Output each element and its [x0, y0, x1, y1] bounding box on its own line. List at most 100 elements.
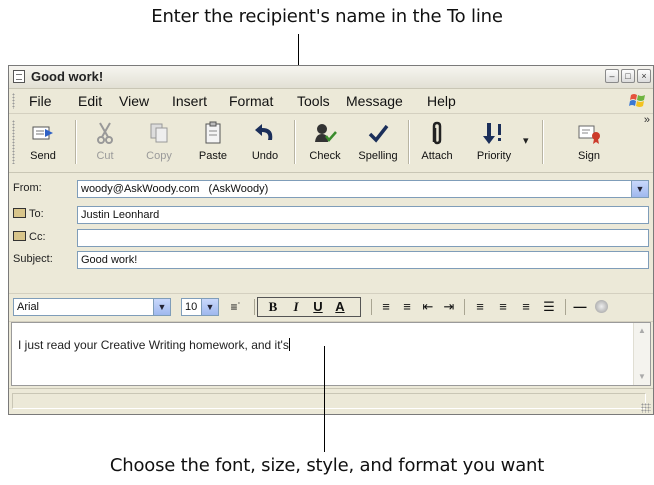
- scroll-down-icon[interactable]: ▼: [634, 369, 650, 385]
- menu-insert[interactable]: Insert: [172, 93, 207, 109]
- priority-icon: [483, 123, 501, 144]
- compose-window: Good work! – □ × File Edit View Insert F…: [8, 65, 654, 415]
- sign-label: Sign: [577, 150, 601, 162]
- undo-label: Undo: [251, 150, 279, 162]
- priority-label: Priority: [476, 150, 512, 162]
- scroll-up-icon[interactable]: ▲: [634, 323, 650, 339]
- subject-value: Good work!: [81, 254, 138, 266]
- copy-button[interactable]: Copy: [133, 118, 185, 168]
- font-color-button[interactable]: A: [331, 298, 349, 316]
- cc-label: Cc:: [29, 231, 46, 243]
- subject-field[interactable]: Good work!: [77, 251, 649, 269]
- message-icon: [13, 70, 25, 83]
- align-right-icon[interactable]: ≡: [517, 298, 535, 316]
- undo-icon: [255, 124, 273, 140]
- to-label: To:: [29, 208, 44, 220]
- bold-button[interactable]: B: [264, 298, 282, 316]
- menu-view[interactable]: View: [119, 93, 149, 109]
- check-names-button[interactable]: Check: [299, 118, 351, 168]
- spelling-button[interactable]: Spelling: [352, 118, 404, 168]
- paste-button[interactable]: Paste: [187, 118, 239, 168]
- formatting-toolbar: Arial ▼ 10 ▼ ≡˙ B I U A ≡ ≡ ⇤ ⇥ ≡ ≡ ≡ ☰ …: [9, 293, 653, 322]
- increase-indent-icon[interactable]: ⇥: [440, 298, 458, 316]
- menubar-grip[interactable]: [12, 93, 15, 109]
- bullet-list-icon[interactable]: ≡: [398, 298, 416, 316]
- format-separator: [464, 299, 465, 315]
- menu-tools[interactable]: Tools: [297, 93, 330, 109]
- cut-button[interactable]: Cut: [79, 118, 131, 168]
- sign-button[interactable]: Sign: [563, 118, 615, 168]
- font-name-select[interactable]: Arial ▼: [13, 298, 171, 316]
- font-name-value: Arial: [17, 301, 40, 313]
- italic-button[interactable]: I: [287, 298, 305, 316]
- send-button[interactable]: Send: [17, 118, 69, 168]
- menu-format[interactable]: Format: [229, 93, 273, 109]
- toolbar-separator: [294, 120, 295, 164]
- copy-icon: [150, 123, 168, 143]
- toolbar-grip[interactable]: [12, 120, 15, 164]
- resize-grip[interactable]: [641, 403, 651, 413]
- font-size-select[interactable]: 10 ▼: [181, 298, 219, 316]
- to-row: To: Justin Leonhard: [9, 205, 653, 225]
- clipboard-icon: [205, 121, 221, 144]
- toolbar-overflow-chevron[interactable]: »: [644, 114, 650, 126]
- cc-label-button[interactable]: Cc:: [13, 231, 46, 243]
- text-caret: [288, 338, 290, 351]
- maximize-button[interactable]: □: [621, 69, 635, 83]
- toolbar-separator: [542, 120, 543, 164]
- to-label-button[interactable]: To:: [13, 208, 44, 220]
- from-value: woody@AskWoody.com (AskWoody): [81, 183, 269, 195]
- align-left-icon[interactable]: ≡: [471, 298, 489, 316]
- check-label: Check: [309, 150, 341, 162]
- body-scrollbar[interactable]: ▲ ▼: [633, 323, 650, 385]
- body-text: I just read your Creative Writing homewo…: [18, 338, 290, 352]
- format-separator: [254, 299, 255, 315]
- subject-label: Subject:: [13, 253, 53, 265]
- numbered-list-icon[interactable]: ≡: [377, 298, 395, 316]
- copy-label: Copy: [146, 150, 172, 162]
- close-button[interactable]: ×: [637, 69, 651, 83]
- window-title: Good work!: [31, 69, 104, 84]
- callout-format: Choose the font, size, style, and format…: [109, 455, 545, 476]
- chevron-down-icon[interactable]: ▼: [153, 299, 170, 315]
- menu-edit[interactable]: Edit: [78, 93, 102, 109]
- attach-label: Attach: [421, 150, 453, 162]
- paragraph-style-button[interactable]: ≡˙: [227, 298, 245, 316]
- callout-to-line: Enter the recipient's name in the To lin…: [151, 6, 503, 27]
- scissors-icon: [97, 122, 113, 144]
- spelling-label: Spelling: [358, 150, 398, 162]
- send-icon: [32, 126, 53, 140]
- address-book-icon: [13, 208, 26, 218]
- priority-button[interactable]: Priority: [465, 118, 523, 168]
- underline-button[interactable]: U: [309, 298, 327, 316]
- undo-button[interactable]: Undo: [239, 118, 291, 168]
- check-names-icon: [315, 124, 337, 142]
- cut-label: Cut: [96, 150, 114, 162]
- cc-field[interactable]: [77, 229, 649, 247]
- menu-help[interactable]: Help: [427, 93, 456, 109]
- priority-dropdown-arrow[interactable]: ▾: [523, 134, 529, 147]
- minimize-button[interactable]: –: [605, 69, 619, 83]
- menu-bar: File Edit View Insert Format Tools Messa…: [9, 89, 653, 114]
- paste-label: Paste: [198, 150, 228, 162]
- decrease-indent-icon[interactable]: ⇤: [419, 298, 437, 316]
- toolbar-separator: [75, 120, 76, 164]
- insert-hyperlink-icon[interactable]: [595, 300, 608, 313]
- address-book-icon: [13, 231, 26, 241]
- to-field[interactable]: Justin Leonhard: [77, 206, 649, 224]
- subject-row: Subject: Good work!: [9, 250, 653, 270]
- justify-icon[interactable]: ☰: [540, 298, 558, 316]
- main-toolbar: Send Cut Copy Paste Undo Check Spelling …: [9, 114, 653, 173]
- attach-button[interactable]: Attach: [411, 118, 463, 168]
- chevron-down-icon[interactable]: ▼: [201, 299, 218, 315]
- chevron-down-icon[interactable]: ▼: [631, 181, 648, 197]
- message-body[interactable]: I just read your Creative Writing homewo…: [11, 322, 651, 386]
- from-select[interactable]: woody@AskWoody.com (AskWoody) ▼: [77, 180, 649, 198]
- toolbar-separator: [408, 120, 409, 164]
- menu-message[interactable]: Message: [346, 93, 403, 109]
- status-bar: [9, 388, 653, 414]
- align-center-icon[interactable]: ≡: [494, 298, 512, 316]
- menu-file[interactable]: File: [29, 93, 52, 109]
- horizontal-line-icon[interactable]: —: [571, 298, 589, 316]
- send-label: Send: [30, 150, 56, 162]
